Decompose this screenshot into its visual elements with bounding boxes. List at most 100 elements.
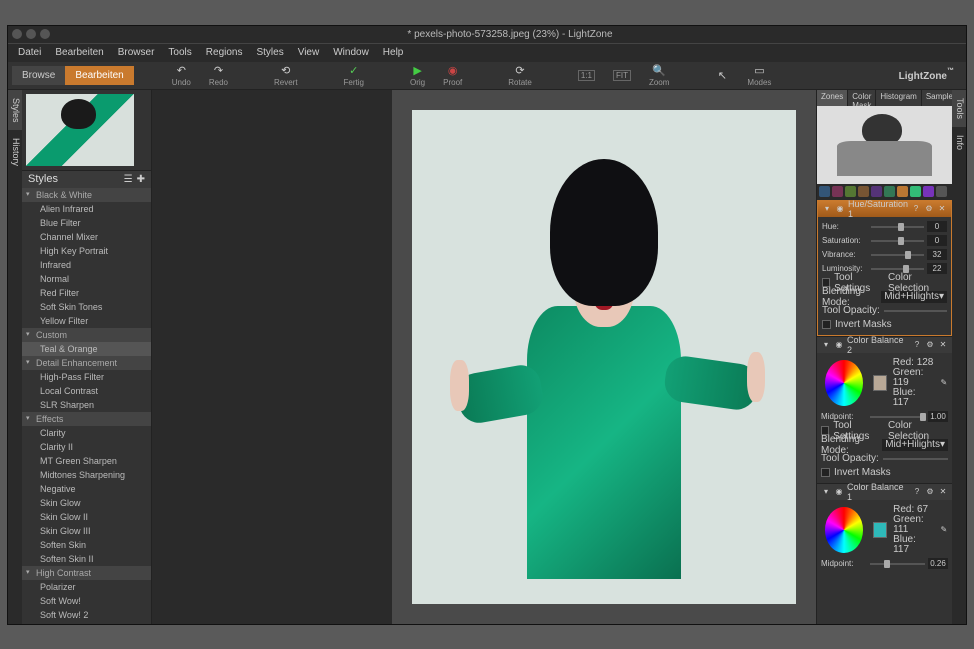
proof-button[interactable]: ◉Proof (435, 61, 470, 89)
pointer-button[interactable]: ↖ (707, 66, 737, 84)
style-item[interactable]: Red Filter (22, 286, 151, 300)
titlebar[interactable]: * pexels-photo-573258.jpeg (23%) - Light… (8, 26, 966, 44)
color-swatch[interactable] (873, 522, 887, 538)
tab-zones[interactable]: Zones (817, 90, 848, 106)
menu-bearbeiten[interactable]: Bearbeiten (49, 45, 109, 60)
opacity-slider[interactable] (883, 458, 948, 460)
enable-icon[interactable]: ◉ (834, 487, 844, 497)
style-item[interactable]: MT Green Sharpen (22, 454, 151, 468)
style-item[interactable]: Channel Mixer (22, 230, 151, 244)
close-icon[interactable] (12, 29, 22, 39)
tool-icon-10[interactable] (936, 186, 947, 197)
triangle-icon[interactable]: ▾ (822, 204, 832, 214)
close-icon[interactable]: ✕ (937, 204, 947, 214)
tool-icon-4[interactable] (858, 186, 869, 197)
color-wheel[interactable] (825, 507, 863, 553)
zones-preview[interactable] (817, 106, 952, 184)
eyedropper-icon[interactable]: ✎ (940, 378, 948, 388)
color-swatch[interactable] (873, 375, 887, 391)
style-item[interactable]: Local Contrast (22, 384, 151, 398)
invert-masks-check[interactable] (821, 468, 830, 477)
triangle-icon[interactable]: ▾ (821, 340, 831, 350)
close-icon[interactable]: ✕ (938, 340, 948, 350)
hue-slider[interactable] (871, 226, 924, 228)
style-item[interactable]: Negative (22, 482, 151, 496)
blend-mode-select[interactable]: Mid+Hilights▾ (882, 439, 948, 451)
zoom-fit-button[interactable]: FIT (605, 67, 639, 83)
saturation-slider[interactable] (871, 240, 924, 242)
tool-icon-9[interactable] (923, 186, 934, 197)
mode-edit[interactable]: Bearbeiten (65, 66, 133, 85)
style-item[interactable]: High-Pass Filter (22, 370, 151, 384)
gear-icon[interactable]: ⚙ (924, 204, 934, 214)
style-item[interactable]: Skin Glow (22, 496, 151, 510)
menu-help[interactable]: Help (377, 45, 410, 60)
canvas[interactable] (392, 90, 816, 624)
enable-icon[interactable]: ◉ (834, 340, 844, 350)
tab-tools[interactable]: Tools (952, 90, 966, 127)
maximize-icon[interactable] (40, 29, 50, 39)
modes-button[interactable]: ▭Modes (739, 61, 779, 89)
style-item[interactable]: Blue Filter (22, 216, 151, 230)
mode-browse[interactable]: Browse (12, 66, 65, 85)
zoom-1to1-button[interactable]: 1:1 (570, 67, 603, 83)
triangle-icon[interactable]: ▾ (821, 487, 831, 497)
tab-histogram[interactable]: Histogram (876, 90, 921, 106)
tool-icon-8[interactable] (910, 186, 921, 197)
revert-button[interactable]: ⟲Revert (266, 61, 306, 89)
help-icon[interactable]: ? (911, 204, 921, 214)
tool-icon-7[interactable] (897, 186, 908, 197)
add-icon[interactable]: ✚ (137, 174, 145, 185)
tool-icon-3[interactable] (845, 186, 856, 197)
style-item[interactable]: Soft Skin Tones (22, 300, 151, 314)
style-item[interactable]: Soften Skin II (22, 552, 151, 566)
menu-regions[interactable]: Regions (200, 45, 249, 60)
blend-mode-select[interactable]: Mid+Hilights▾ (881, 291, 947, 303)
midpoint-slider[interactable] (870, 416, 925, 418)
luminosity-slider[interactable] (871, 268, 924, 270)
invert-masks-check[interactable] (822, 320, 831, 329)
style-item[interactable]: Tone Mapper (22, 622, 151, 624)
style-item[interactable]: Infrared (22, 258, 151, 272)
color-wheel[interactable] (825, 360, 863, 406)
style-item[interactable]: High Key Portrait (22, 244, 151, 258)
help-icon[interactable]: ? (912, 487, 922, 497)
tab-history[interactable]: History (8, 130, 22, 174)
style-item[interactable]: Alien Infrared (22, 202, 151, 216)
style-item[interactable]: Clarity (22, 426, 151, 440)
redo-button[interactable]: ↷Redo (201, 61, 236, 89)
orig-button[interactable]: ▶Orig (402, 61, 433, 89)
style-item[interactable]: Yellow Filter (22, 314, 151, 328)
style-item[interactable]: Polarizer (22, 580, 151, 594)
style-item[interactable]: Soft Wow! (22, 594, 151, 608)
style-item[interactable]: Skin Glow III (22, 524, 151, 538)
tool-icon-5[interactable] (871, 186, 882, 197)
style-category[interactable]: Effects (22, 412, 151, 426)
close-icon[interactable]: ✕ (938, 487, 948, 497)
menu-view[interactable]: View (292, 45, 326, 60)
tool-icon-2[interactable] (832, 186, 843, 197)
menu-tools[interactable]: Tools (162, 45, 197, 60)
vibrance-slider[interactable] (871, 254, 924, 256)
minimize-icon[interactable] (26, 29, 36, 39)
tool-icon-1[interactable] (819, 186, 830, 197)
style-category[interactable]: Custom (22, 328, 151, 342)
menu-datei[interactable]: Datei (12, 45, 47, 60)
menu-window[interactable]: Window (327, 45, 375, 60)
opacity-slider[interactable] (884, 310, 947, 312)
gear-icon[interactable]: ⚙ (925, 487, 935, 497)
undo-button[interactable]: ↶Undo (164, 61, 199, 89)
style-item[interactable]: SLR Sharpen (22, 398, 151, 412)
menu-styles[interactable]: Styles (250, 45, 289, 60)
list-icon[interactable]: ☰ (124, 174, 133, 185)
gear-icon[interactable]: ⚙ (925, 340, 935, 350)
midpoint-slider[interactable] (870, 563, 925, 565)
tab-sampler[interactable]: Sampler (922, 90, 952, 106)
style-category[interactable]: Black & White (22, 188, 151, 202)
styles-list[interactable]: Black & WhiteAlien InfraredBlue FilterCh… (22, 188, 151, 624)
rotate-button[interactable]: ⟳Rotate (500, 61, 540, 89)
style-item[interactable]: Soften Skin (22, 538, 151, 552)
tab-info[interactable]: Info (952, 127, 966, 158)
tab-styles[interactable]: Styles (8, 90, 22, 131)
fertig-button[interactable]: ✓Fertig (336, 61, 372, 89)
